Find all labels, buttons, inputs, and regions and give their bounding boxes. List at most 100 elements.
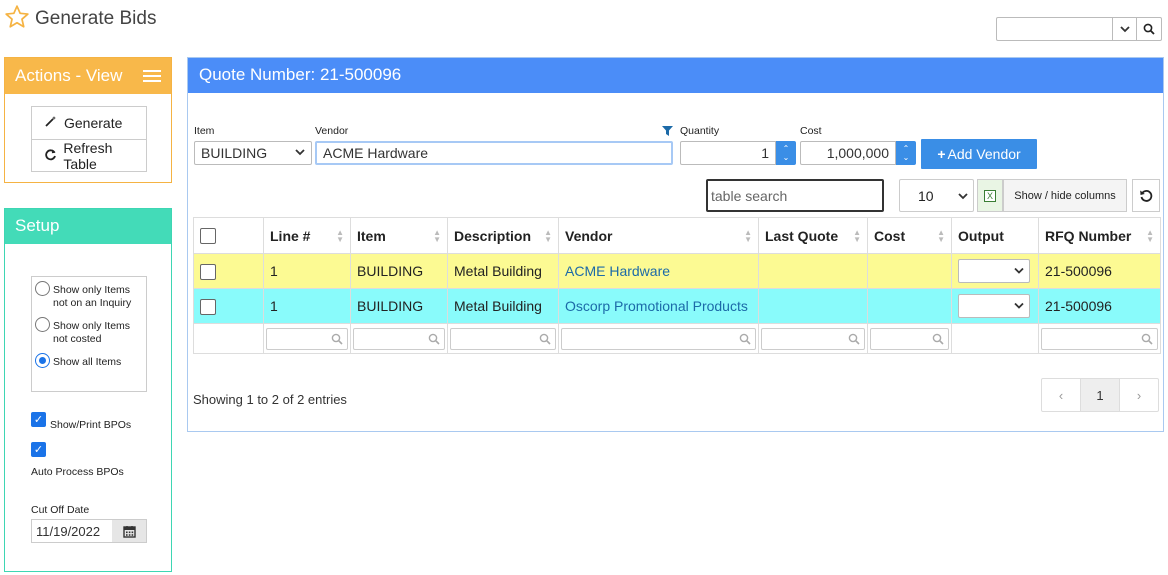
line-cell: 1 bbox=[263, 288, 351, 324]
cost-label: Cost bbox=[800, 125, 822, 137]
chevron-down-icon[interactable] bbox=[1113, 18, 1137, 40]
cost-stepper[interactable]: 1,000,000 ⌃ ⌄ bbox=[800, 141, 916, 165]
line-cell: 1 bbox=[263, 253, 351, 289]
select-all-checkbox[interactable] bbox=[200, 228, 216, 245]
sort-icon: ▲ ▼ bbox=[853, 228, 861, 244]
column-header[interactable]: Description ▲ ▼ bbox=[447, 217, 559, 254]
table-row[interactable]: 1 BUILDING Metal Building ACME Hardware … bbox=[193, 253, 1161, 289]
auto-process-bpos-label: Auto Process BPOs bbox=[31, 466, 124, 478]
quote-number-title: Quote Number: 21-500096 bbox=[188, 58, 1163, 93]
column-header[interactable]: Item ▲ ▼ bbox=[350, 217, 448, 254]
show-print-bpos-label: Show/Print BPOs bbox=[50, 419, 132, 431]
cost-spin-icon[interactable]: ⌃ ⌄ bbox=[896, 141, 916, 165]
column-filter-input[interactable] bbox=[870, 327, 949, 350]
quantity-input[interactable]: 1 bbox=[680, 141, 776, 165]
search-icon[interactable] bbox=[1137, 18, 1161, 40]
output-select[interactable] bbox=[958, 259, 1030, 283]
pagination: ‹ 1 › bbox=[1041, 378, 1159, 412]
calendar-icon[interactable] bbox=[112, 520, 146, 542]
search-icon bbox=[428, 333, 440, 345]
show-hide-columns-button[interactable]: Show / hide columns bbox=[1003, 179, 1127, 212]
column-header[interactable]: Cost ▲ ▼ bbox=[867, 217, 952, 254]
filter-icon[interactable] bbox=[662, 126, 673, 136]
radio-label: Show only Items not costed bbox=[53, 320, 131, 345]
vendor-label: Vendor bbox=[315, 125, 349, 137]
star-icon[interactable] bbox=[4, 4, 30, 30]
refresh-icon bbox=[44, 148, 59, 164]
description-cell: Metal Building bbox=[447, 288, 559, 324]
output-select[interactable] bbox=[958, 294, 1030, 318]
generate-label: Generate bbox=[64, 115, 123, 131]
description-cell: Metal Building bbox=[447, 253, 559, 289]
global-search[interactable] bbox=[996, 17, 1162, 41]
bids-table: Line # ▲ ▼ Item ▲ ▼ Description ▲ ▼ Vendor ▲ ▼ L… bbox=[193, 217, 1161, 354]
table-header-row: Line # ▲ ▼ Item ▲ ▼ Description ▲ ▼ Vendor ▲ ▼ L… bbox=[193, 217, 1161, 254]
cutoff-date-label: Cut Off Date bbox=[31, 504, 90, 516]
previous-page-button[interactable]: ‹ bbox=[1042, 379, 1080, 411]
last-quote-cell bbox=[758, 253, 868, 289]
reset-icon[interactable] bbox=[1132, 179, 1160, 212]
page-size-select[interactable]: 10 bbox=[899, 179, 974, 212]
actions-header: Actions - View bbox=[5, 58, 171, 94]
column-header[interactable]: RFQ Number ▲ ▼ bbox=[1038, 217, 1161, 254]
search-icon bbox=[932, 333, 944, 345]
item-cell: BUILDING bbox=[350, 253, 448, 289]
excel-export-button[interactable]: X bbox=[977, 179, 1003, 212]
row-checkbox[interactable] bbox=[200, 263, 216, 280]
sort-icon: ▲ ▼ bbox=[1146, 228, 1154, 244]
column-filter-input[interactable] bbox=[266, 327, 348, 350]
row-checkbox[interactable] bbox=[200, 298, 216, 315]
cutoff-date-value[interactable]: 11/19/2022 bbox=[32, 520, 112, 542]
add-vendor-button[interactable]: + Add Vendor bbox=[921, 139, 1037, 169]
chevron-down-icon bbox=[295, 149, 305, 156]
setup-header: Setup bbox=[5, 209, 171, 244]
vendor-link[interactable]: ACME Hardware bbox=[565, 263, 670, 279]
radio-label: Show all Items bbox=[53, 356, 122, 368]
radio-button[interactable] bbox=[35, 353, 50, 368]
radio-button[interactable] bbox=[35, 281, 50, 296]
search-icon bbox=[848, 333, 860, 345]
quote-panel: Quote Number: 21-500096 Item Vendor Quan… bbox=[187, 57, 1164, 432]
column-filter-input[interactable] bbox=[1041, 327, 1158, 350]
table-row[interactable]: 1 BUILDING Metal Building Oscorp Promoti… bbox=[193, 288, 1161, 324]
vendor-input[interactable]: ACME Hardware bbox=[315, 141, 673, 165]
last-quote-cell bbox=[758, 288, 868, 324]
generate-button[interactable]: Generate bbox=[32, 107, 146, 139]
sort-icon: ▲ ▼ bbox=[937, 228, 945, 244]
column-header[interactable]: Line # ▲ ▼ bbox=[263, 217, 351, 254]
hamburger-menu-icon[interactable] bbox=[143, 70, 161, 82]
radio-not-on-inquiry[interactable]: Show only Items not on an Inquiry bbox=[35, 281, 143, 310]
table-search-input[interactable]: table search bbox=[706, 179, 884, 212]
global-search-input[interactable] bbox=[997, 18, 1113, 40]
column-header[interactable]: Last Quote ▲ ▼ bbox=[758, 217, 868, 254]
magic-wand-icon bbox=[44, 115, 60, 131]
refresh-table-label: Refresh Table bbox=[63, 139, 113, 172]
column-filter-input[interactable] bbox=[761, 327, 865, 350]
item-label: Item bbox=[194, 125, 215, 137]
quantity-stepper[interactable]: 1 ⌃ ⌄ bbox=[680, 141, 796, 165]
column-filter-input[interactable] bbox=[450, 327, 556, 350]
chevron-down-icon bbox=[1014, 267, 1024, 274]
quantity-label: Quantity bbox=[680, 125, 720, 137]
radio-not-costed[interactable]: Show only Items not costed bbox=[35, 317, 143, 346]
quantity-spin-icon[interactable]: ⌃ ⌄ bbox=[776, 141, 796, 165]
search-icon bbox=[331, 333, 343, 345]
radio-button[interactable] bbox=[35, 317, 50, 332]
select-all-header[interactable] bbox=[193, 217, 264, 254]
vendor-link[interactable]: Oscorp Promotional Products bbox=[565, 298, 748, 314]
auto-process-bpos-checkbox[interactable]: ✓ bbox=[31, 442, 46, 457]
column-filter-input[interactable] bbox=[353, 327, 445, 350]
vendor-cell: Oscorp Promotional Products bbox=[558, 288, 759, 324]
actions-button-group: Generate Refresh Table bbox=[31, 106, 147, 172]
page-1-button[interactable]: 1 bbox=[1080, 379, 1120, 411]
add-vendor-label: Add Vendor bbox=[947, 146, 1021, 162]
column-filter-input[interactable] bbox=[561, 327, 756, 350]
column-header[interactable]: Vendor ▲ ▼ bbox=[558, 217, 759, 254]
cutoff-date-field[interactable]: 11/19/2022 bbox=[31, 519, 147, 543]
next-page-button[interactable]: › bbox=[1120, 379, 1158, 411]
item-select[interactable]: BUILDING bbox=[194, 141, 312, 165]
show-print-bpos-checkbox[interactable]: ✓ bbox=[31, 412, 46, 427]
cost-input[interactable]: 1,000,000 bbox=[800, 141, 896, 165]
radio-all-items[interactable]: Show all Items bbox=[35, 353, 143, 369]
refresh-table-button[interactable]: Refresh Table bbox=[32, 139, 146, 172]
